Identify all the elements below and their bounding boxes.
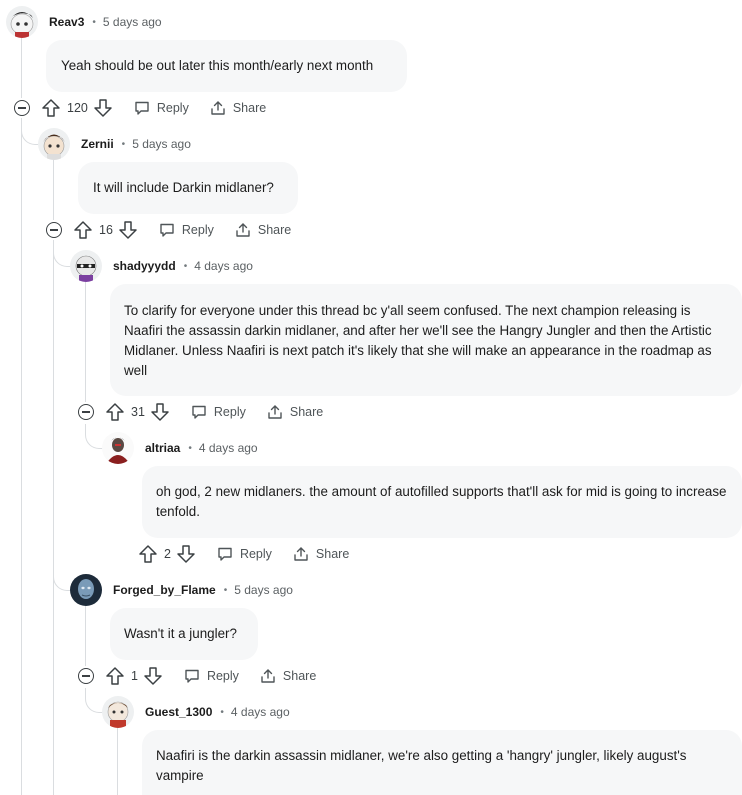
comment-bubble-icon: [192, 405, 206, 419]
thread-line: [53, 242, 54, 795]
username[interactable]: Reav3: [49, 15, 84, 29]
downvote-icon[interactable]: [176, 544, 196, 564]
comment-bubble-icon: [218, 547, 232, 561]
downvote-icon[interactable]: [118, 220, 138, 240]
comment-header: Guest_1300 • 4 days ago: [102, 696, 290, 728]
comment-body: oh god, 2 new midlaners. the amount of a…: [142, 466, 742, 538]
comment-header: shadyyydd • 4 days ago: [70, 250, 253, 282]
character-avatar-dark-icon[interactable]: [102, 432, 134, 464]
reply-label: Reply: [156, 101, 189, 115]
thread-connector: [53, 560, 70, 591]
vote-count: 120: [67, 101, 88, 115]
snoo-avatar-red-scarf-icon[interactable]: [102, 696, 134, 728]
share-button[interactable]: Share: [293, 546, 349, 562]
upvote-icon[interactable]: [73, 220, 93, 240]
reply-label: Reply: [206, 669, 239, 683]
upvote-icon[interactable]: [105, 402, 125, 422]
timestamp: 5 days ago: [132, 137, 191, 151]
share-icon: [236, 223, 250, 237]
share-button[interactable]: Share: [210, 100, 266, 116]
share-label: Share: [315, 547, 350, 561]
share-label: Share: [257, 223, 292, 237]
reply-button[interactable]: Reply: [134, 100, 189, 116]
snoo-avatar-brown-hair-icon[interactable]: [38, 128, 70, 160]
collapse-thread-button[interactable]: [14, 100, 30, 116]
snoo-avatar-dark-hair-icon[interactable]: [6, 6, 38, 38]
thread-line: [85, 282, 86, 402]
reply-label: Reply: [181, 223, 214, 237]
collapse-thread-button[interactable]: [46, 222, 62, 238]
thread-line: [53, 160, 54, 220]
separator-dot: •: [92, 16, 96, 28]
upvote-icon[interactable]: [105, 666, 125, 686]
share-button[interactable]: Share: [235, 222, 291, 238]
separator-dot: •: [183, 260, 188, 272]
reply-button[interactable]: Reply: [191, 404, 246, 420]
reply-button[interactable]: Reply: [159, 222, 214, 238]
downvote-icon[interactable]: [150, 402, 170, 422]
comment-header: Zernii • 5 days ago: [38, 128, 191, 160]
separator-dot: •: [220, 706, 224, 718]
comment-actions: 1 Reply Share: [78, 664, 316, 688]
snoo-avatar-mask-icon[interactable]: [70, 250, 102, 282]
username[interactable]: Zernii: [81, 137, 114, 151]
comment-actions: 16 Reply Share: [46, 218, 291, 242]
share-icon: [211, 101, 225, 115]
username[interactable]: shadyyydd: [113, 259, 176, 273]
timestamp: 4 days ago: [194, 259, 253, 273]
comment-actions: 2 Reply Share: [138, 542, 349, 566]
thread-line: [21, 38, 22, 98]
timestamp: 4 days ago: [198, 441, 258, 455]
vote-count: 16: [99, 223, 113, 237]
reply-button[interactable]: Reply: [184, 668, 239, 684]
character-avatar-blue-face-icon[interactable]: [70, 574, 102, 606]
comment-body: It will include Darkin midlaner?: [78, 162, 298, 214]
comment-body: Wasn't it a jungler?: [110, 608, 258, 660]
thread-line: [85, 606, 86, 666]
share-label: Share: [232, 101, 267, 115]
vote-count: 31: [131, 405, 145, 419]
share-button[interactable]: Share: [267, 404, 323, 420]
thread-line: [117, 728, 118, 795]
timestamp: 5 days ago: [102, 15, 162, 29]
upvote-icon[interactable]: [41, 98, 61, 118]
comment-bubble-icon: [185, 669, 199, 683]
comment-bubble-icon: [135, 101, 149, 115]
comment-header: altriaa • 4 days ago: [102, 432, 258, 464]
comment-body: To clarify for everyone under this threa…: [110, 284, 742, 396]
timestamp: 5 days ago: [234, 583, 293, 597]
share-icon: [268, 405, 282, 419]
username[interactable]: altriaa: [145, 441, 180, 455]
username[interactable]: Guest_1300: [145, 705, 212, 719]
reply-label: Reply: [213, 405, 246, 419]
share-icon: [294, 547, 308, 561]
downvote-icon[interactable]: [143, 666, 163, 686]
vote-count: 2: [164, 547, 171, 561]
comment-actions: 31 Reply Share: [78, 400, 323, 424]
upvote-icon[interactable]: [138, 544, 158, 564]
share-label: Share: [289, 405, 324, 419]
comment-body: Yeah should be out later this month/earl…: [46, 40, 407, 92]
thread-line: [21, 120, 22, 795]
reply-button[interactable]: Reply: [217, 546, 272, 562]
comment-body: Naafiri is the darkin assassin midlaner,…: [142, 730, 742, 795]
timestamp: 4 days ago: [230, 705, 290, 719]
username[interactable]: Forged_by_Flame: [113, 583, 216, 597]
comment-actions: 120 Reply Share: [14, 96, 266, 120]
vote-count: 1: [131, 669, 138, 683]
separator-dot: •: [188, 442, 192, 454]
reply-label: Reply: [239, 547, 272, 561]
comment-bubble-icon: [160, 223, 174, 237]
share-icon: [261, 669, 275, 683]
share-label: Share: [282, 669, 317, 683]
collapse-thread-button[interactable]: [78, 668, 94, 684]
separator-dot: •: [121, 138, 126, 150]
collapse-thread-button[interactable]: [78, 404, 94, 420]
downvote-icon[interactable]: [93, 98, 113, 118]
comment-header: Reav3 • 5 days ago: [6, 6, 162, 38]
comment-header: Forged_by_Flame • 5 days ago: [70, 574, 293, 606]
separator-dot: •: [223, 584, 228, 596]
share-button[interactable]: Share: [260, 668, 316, 684]
